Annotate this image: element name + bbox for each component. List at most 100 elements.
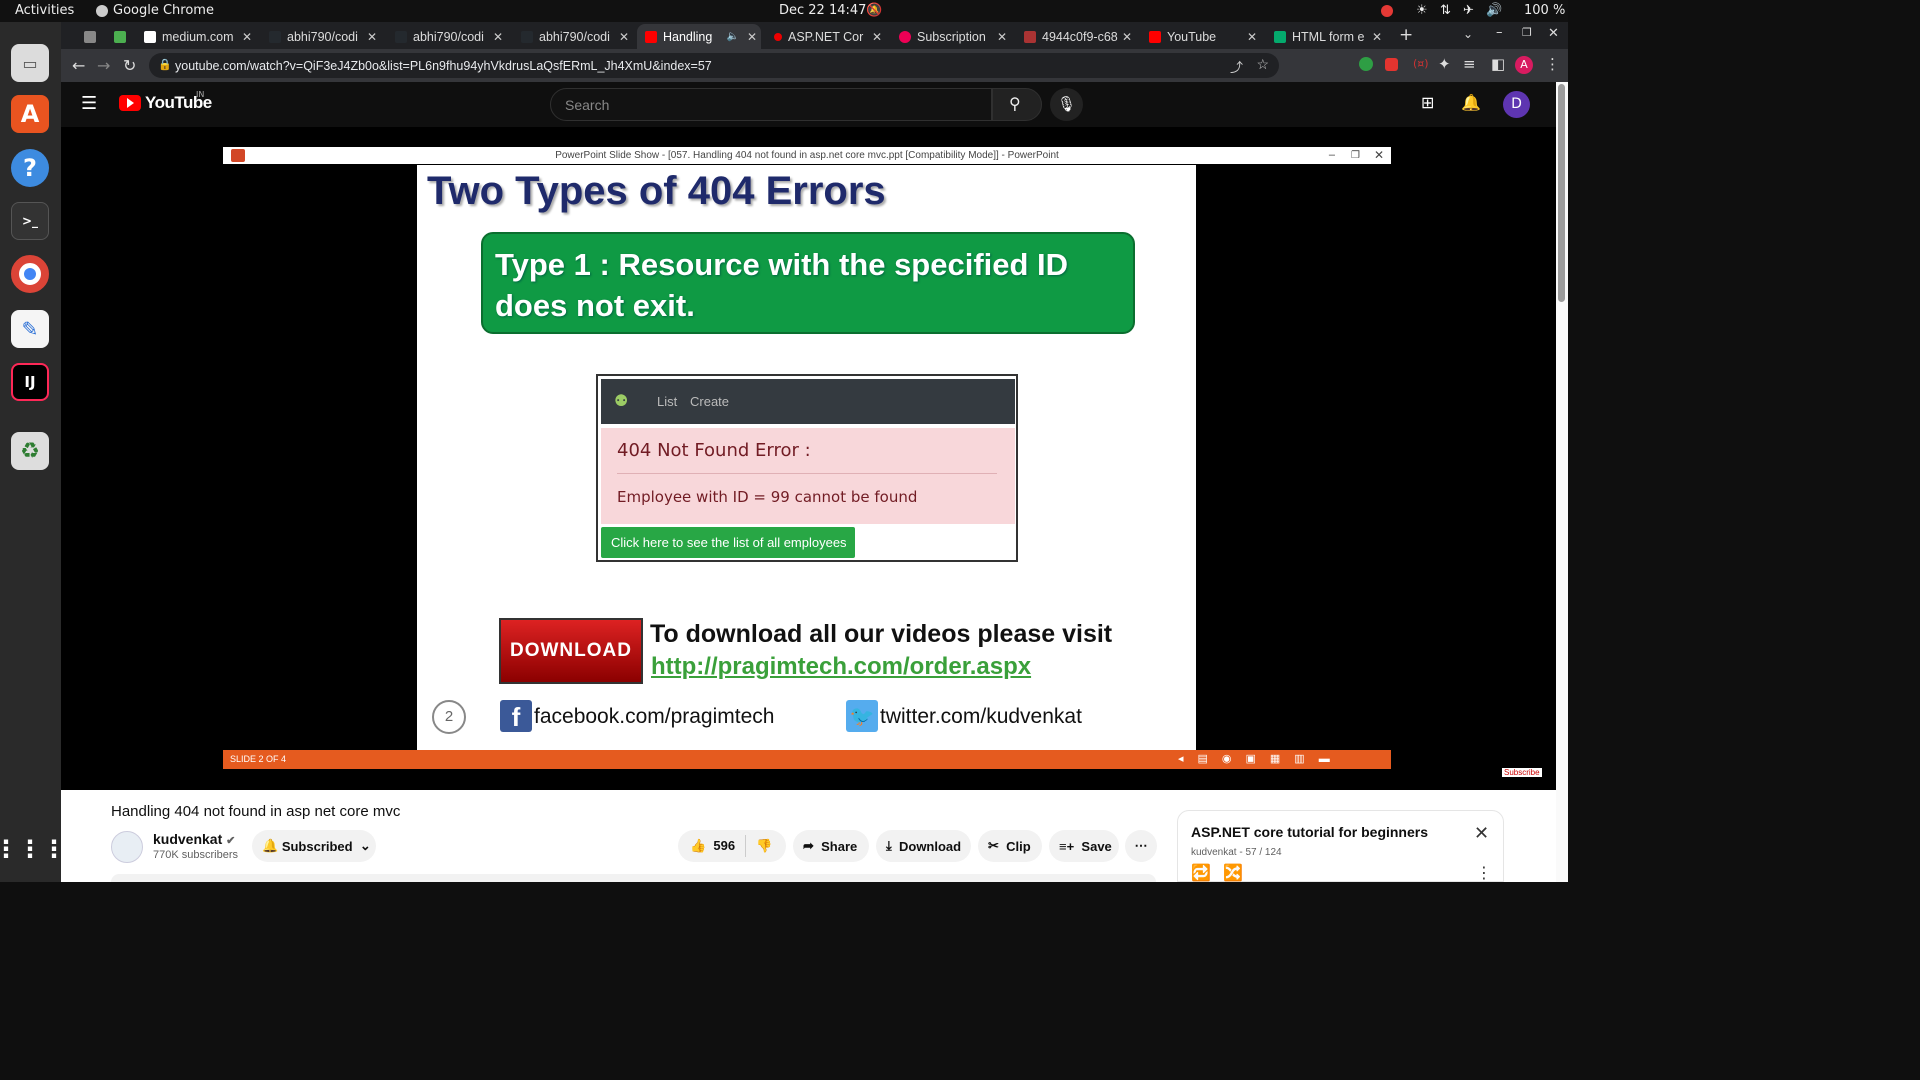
bookmark-star-icon[interactable]: ☆ xyxy=(1256,56,1269,73)
minimize-icon[interactable]: – xyxy=(1496,25,1503,40)
intellij-icon[interactable]: IJ xyxy=(11,363,49,401)
files-icon[interactable]: ▭ xyxy=(11,44,49,82)
tab-medium[interactable]: medium.com ✕ xyxy=(136,24,256,49)
close-tab-icon[interactable]: ✕ xyxy=(238,30,256,44)
extensions-puzzle-icon[interactable]: ✦ xyxy=(1438,55,1451,73)
close-playlist-icon[interactable]: ✕ xyxy=(1474,823,1489,844)
w3schools-icon xyxy=(1274,30,1286,43)
profile-avatar[interactable]: A xyxy=(1515,56,1533,74)
notifications-bell-icon[interactable]: 🔔 xyxy=(1461,93,1481,112)
trash-icon[interactable]: ♻ xyxy=(11,432,49,470)
voice-search-icon[interactable]: 🎙 xyxy=(1050,88,1083,121)
app-screenshot: ⚉ List Create 404 Not Found Error : Empl… xyxy=(596,374,1018,562)
download-button[interactable]: ⤓ Download xyxy=(876,830,971,862)
software-center-icon[interactable]: A xyxy=(11,95,49,133)
close-tab-icon[interactable]: ✕ xyxy=(993,30,1011,44)
tab-search-icon[interactable]: ⌄ xyxy=(1463,27,1473,41)
new-tab-button[interactable]: + xyxy=(1399,25,1413,45)
tab-handling-active[interactable]: Handling 🔈 ✕ xyxy=(637,24,761,49)
brightness-icon: ☀ xyxy=(1416,3,1428,18)
tab-uuid[interactable]: 4944c0f9-c68 ✕ xyxy=(1016,24,1136,49)
side-panel-icon[interactable]: ◧ xyxy=(1491,55,1505,73)
app-menu[interactable]: Google Chrome xyxy=(113,3,214,18)
like-button[interactable]: 👍 596 xyxy=(690,838,735,854)
tab-youtube[interactable]: YouTube ✕ xyxy=(1141,24,1261,49)
close-tab-icon[interactable]: ✕ xyxy=(1368,30,1386,44)
close-window-icon[interactable]: ✕ xyxy=(1548,26,1559,41)
playlist-panel: ASP.NET core tutorial for beginners kudv… xyxy=(1177,810,1504,882)
close-tab-icon[interactable]: ✕ xyxy=(1243,30,1261,44)
playlist-meta: kudvenkat - 57 / 124 xyxy=(1191,847,1282,858)
tab-github-3[interactable]: abhi790/codi ✕ xyxy=(513,24,633,49)
address-bar[interactable]: 🔒 youtube.com/watch?v=QiF3eJ4Zb0o&list=P… xyxy=(149,53,1279,78)
close-tab-icon[interactable]: ✕ xyxy=(868,30,886,44)
text-editor-icon[interactable]: ✎ xyxy=(11,310,49,348)
tab-strip: medium.com ✕ abhi790/codi ✕ abhi790/codi ✕ … xyxy=(61,22,1568,49)
tab-html-form[interactable]: HTML form e ✕ xyxy=(1266,24,1386,49)
clip-button[interactable]: ✂ Clip xyxy=(978,830,1042,862)
youtube-logo-icon[interactable] xyxy=(119,95,141,111)
restore-icon[interactable]: ❐ xyxy=(1522,26,1532,39)
clock[interactable]: Dec 22 14:47 xyxy=(779,3,866,18)
download-icon: ⤓ xyxy=(886,838,892,853)
divider xyxy=(745,835,747,857)
bell-icon: 🔔 xyxy=(262,838,279,853)
like-dislike-group: 👍 596 👎 xyxy=(678,830,786,862)
description-box[interactable] xyxy=(111,874,1156,882)
subscribed-button[interactable]: 🔔 Subscribed ⌄ xyxy=(252,830,376,862)
facebook-text: facebook.com/pragimtech xyxy=(534,705,775,728)
playlist-menu-icon[interactable]: ⋮ xyxy=(1476,863,1492,882)
loop-icon[interactable]: 🔁 xyxy=(1191,863,1211,882)
close-tab-icon[interactable]: ✕ xyxy=(1118,30,1136,44)
type1-line1: Type 1 : Resource with the specified ID xyxy=(495,247,1069,282)
reload-icon[interactable]: ↻ xyxy=(123,56,136,75)
tab-subscription[interactable]: Subscription ✕ xyxy=(891,24,1011,49)
scrollbar-thumb[interactable] xyxy=(1558,84,1565,302)
tab-1[interactable] xyxy=(76,24,106,49)
close-tab-icon[interactable]: ✕ xyxy=(615,30,633,44)
channel-name[interactable]: kudvenkat ✔ xyxy=(153,831,235,847)
back-icon[interactable]: ← xyxy=(72,56,85,75)
extension-icon[interactable]: (¤) xyxy=(1413,57,1429,70)
hamburger-menu-icon[interactable]: ☰ xyxy=(81,93,97,114)
create-video-icon[interactable]: ⊞ xyxy=(1421,93,1434,112)
share-icon[interactable]: ⤴ xyxy=(1230,57,1243,76)
terminal-icon[interactable]: >_ xyxy=(11,202,49,240)
share-button[interactable]: ➦ Share xyxy=(793,830,869,862)
forward-icon[interactable]: → xyxy=(97,56,110,75)
extension-icon[interactable] xyxy=(1385,58,1398,71)
nav-list: List xyxy=(657,394,678,409)
extension-icon[interactable] xyxy=(1359,57,1373,71)
close-tab-icon[interactable]: ✕ xyxy=(489,30,507,44)
dislike-button[interactable]: 👎 xyxy=(756,838,772,854)
chrome-menu-icon[interactable]: ⋮ xyxy=(1545,55,1560,73)
twitter-text: twitter.com/kudvenkat xyxy=(880,705,1082,728)
channel-avatar[interactable] xyxy=(111,831,143,863)
tab-github-1[interactable]: abhi790/codi ✕ xyxy=(261,24,381,49)
help-icon[interactable]: ? xyxy=(11,149,49,187)
save-button[interactable]: ≡+ Save xyxy=(1049,830,1119,862)
close-tab-icon[interactable]: ✕ xyxy=(363,30,381,44)
subscribe-watermark[interactable]: Subscribe xyxy=(1502,768,1542,777)
account-avatar[interactable]: D xyxy=(1503,91,1530,118)
reading-list-icon[interactable]: ≡ xyxy=(1463,55,1476,73)
audio-playing-icon[interactable]: 🔈 xyxy=(727,31,739,42)
shuffle-icon[interactable]: 🔀 xyxy=(1223,863,1243,882)
share-arrow-icon: ➦ xyxy=(803,838,814,853)
more-actions-button[interactable]: ⋯ xyxy=(1125,830,1157,862)
chrome-icon[interactable] xyxy=(11,255,49,293)
tab-github-2[interactable]: abhi790/codi ✕ xyxy=(387,24,507,49)
youtube-header: ☰ YouTube IN Search ⚲ 🎙 ⊞ 🔔 D xyxy=(61,82,1556,127)
tab-2[interactable] xyxy=(106,24,136,49)
search-input[interactable]: Search xyxy=(550,88,992,121)
close-tab-icon[interactable]: ✕ xyxy=(743,30,761,44)
activities-button[interactable]: Activities xyxy=(15,3,74,18)
app-grid-icon[interactable]: ⋮⋮⋮ xyxy=(0,830,66,868)
tab-aspnet[interactable]: ASP.NET Cor ✕ xyxy=(766,24,886,49)
battery-level[interactable]: 100 % xyxy=(1524,3,1565,18)
search-button[interactable]: ⚲ xyxy=(992,88,1042,121)
page-scrollbar[interactable] xyxy=(1556,82,1568,882)
playlist-title[interactable]: ASP.NET core tutorial for beginners xyxy=(1191,824,1428,840)
subscriber-count: 770K subscribers xyxy=(153,849,238,861)
lock-icon[interactable]: 🔒 xyxy=(158,58,172,71)
